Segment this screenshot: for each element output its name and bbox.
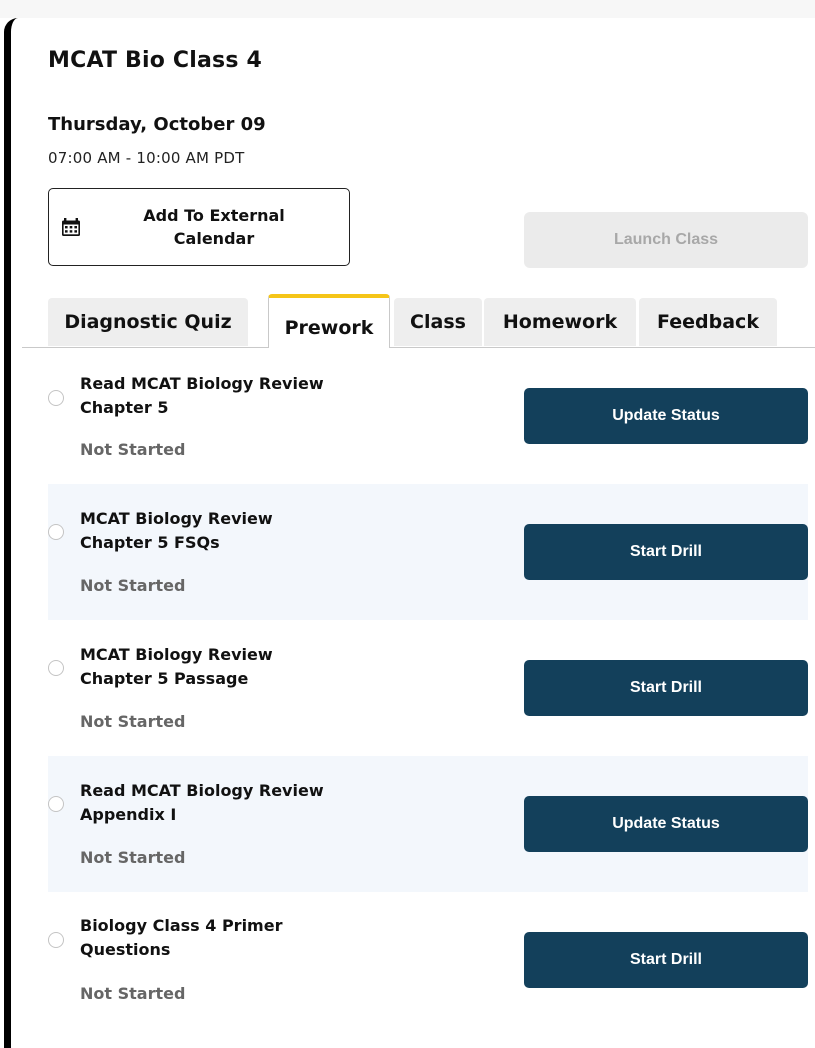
tab-prework[interactable]: Prework bbox=[268, 294, 390, 348]
task-status-radio[interactable] bbox=[48, 660, 64, 676]
update-status-button[interactable]: Update Status bbox=[524, 796, 808, 852]
start-drill-button[interactable]: Start Drill bbox=[524, 524, 808, 580]
list-item: MCAT Biology Review Chapter 5 FSQs Not S… bbox=[48, 484, 808, 620]
task-name: Read MCAT Biology Review Appendix I bbox=[80, 781, 324, 824]
task-status: Not Started bbox=[80, 984, 186, 1003]
task-name: Read MCAT Biology Review Chapter 5 bbox=[80, 374, 324, 417]
top-bar bbox=[0, 0, 815, 18]
page-title: MCAT Bio Class 4 bbox=[48, 48, 262, 73]
tab-class[interactable]: Class bbox=[394, 298, 482, 346]
add-to-calendar-button[interactable]: Add To External Calendar bbox=[48, 188, 350, 266]
start-drill-button[interactable]: Start Drill bbox=[524, 932, 808, 988]
task-name: MCAT Biology Review Chapter 5 FSQs bbox=[80, 509, 273, 552]
task-name: Biology Class 4 Primer Questions bbox=[80, 916, 283, 959]
task-status-radio[interactable] bbox=[48, 390, 64, 406]
tab-homework[interactable]: Homework bbox=[484, 298, 636, 346]
task-name: MCAT Biology Review Chapter 5 Passage bbox=[80, 645, 273, 688]
task-status: Not Started bbox=[80, 576, 186, 595]
task-status-radio[interactable] bbox=[48, 796, 64, 812]
calendar-icon bbox=[62, 218, 80, 236]
task-status-radio[interactable] bbox=[48, 932, 64, 948]
list-item: MCAT Biology Review Chapter 5 Passage No… bbox=[48, 620, 808, 756]
task-status-radio[interactable] bbox=[48, 524, 64, 540]
class-date: Thursday, October 09 bbox=[48, 114, 266, 135]
class-card: MCAT Bio Class 4 Thursday, October 09 07… bbox=[4, 18, 815, 1048]
list-item: Read MCAT Biology Review Chapter 5 Not S… bbox=[48, 348, 808, 484]
start-drill-button[interactable]: Start Drill bbox=[524, 660, 808, 716]
task-status: Not Started bbox=[80, 712, 186, 731]
class-time: 07:00 AM - 10:00 AM PDT bbox=[48, 149, 245, 167]
task-status: Not Started bbox=[80, 848, 186, 867]
tab-feedback[interactable]: Feedback bbox=[639, 298, 777, 346]
update-status-button[interactable]: Update Status bbox=[524, 388, 808, 444]
add-to-calendar-label: Add To External Calendar bbox=[143, 206, 285, 248]
launch-class-button[interactable]: Launch Class bbox=[524, 212, 808, 268]
list-item: Biology Class 4 Primer Questions Not Sta… bbox=[48, 892, 808, 1028]
task-status: Not Started bbox=[80, 440, 186, 459]
list-item: Read MCAT Biology Review Appendix I Not … bbox=[48, 756, 808, 892]
tab-diagnostic-quiz[interactable]: Diagnostic Quiz bbox=[48, 298, 248, 346]
tab-bar: Diagnostic Quiz Prework Class Homework F… bbox=[48, 294, 815, 348]
